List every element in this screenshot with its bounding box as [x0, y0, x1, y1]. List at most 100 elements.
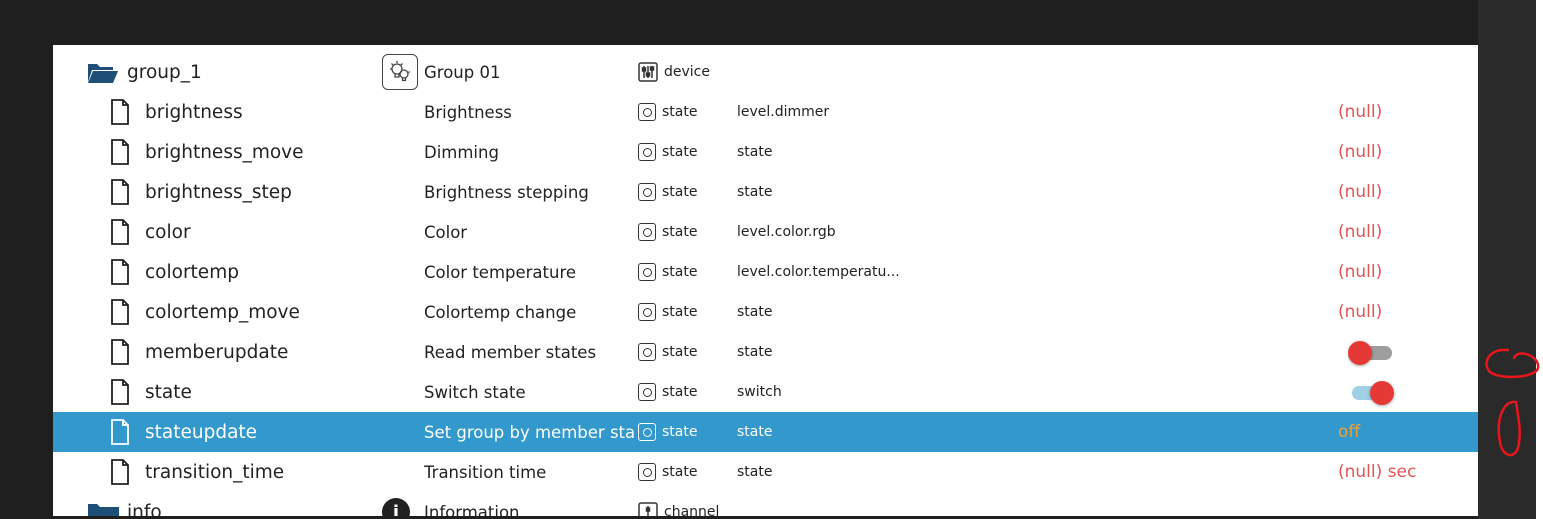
- object-type: device: [638, 52, 728, 92]
- object-type: state: [638, 252, 728, 292]
- state-icon: [638, 183, 656, 201]
- object-name: info: [127, 501, 162, 517]
- object-role: state: [737, 144, 773, 160]
- object-description: Brightness: [424, 102, 512, 122]
- type-label: channel: [664, 504, 720, 516]
- object-description: Group 01: [424, 62, 501, 82]
- object-role: level.color.rgb: [737, 224, 836, 240]
- object-description: Information: [424, 502, 520, 517]
- object-name: brightness_step: [145, 181, 292, 203]
- object-type: state: [638, 452, 728, 492]
- state-icon: [638, 263, 656, 281]
- state-icon: [638, 303, 656, 321]
- object-type: state: [638, 172, 728, 212]
- toggle-off[interactable]: [1348, 341, 1394, 365]
- tree-row-info[interactable]: info i Information channel: [53, 492, 1478, 516]
- type-label: state: [662, 464, 698, 480]
- type-label: state: [662, 344, 698, 360]
- state-icon: [638, 383, 656, 401]
- object-type: state: [638, 132, 728, 172]
- object-name: colortemp: [145, 261, 239, 283]
- file-icon: [108, 452, 132, 492]
- object-type: state: [638, 412, 728, 452]
- state-value[interactable]: off: [1338, 412, 1468, 452]
- tree-row-state[interactable]: brightness Brightness state level.dimmer (nu…: [53, 92, 1478, 132]
- file-icon: [108, 332, 132, 372]
- type-label: state: [662, 184, 698, 200]
- sliders-icon: [638, 62, 658, 82]
- state-value[interactable]: (null): [1338, 92, 1468, 132]
- object-type: state: [638, 332, 728, 372]
- toggle-thumb[interactable]: [1370, 381, 1394, 405]
- annotation-zero-mark: [1485, 348, 1540, 379]
- object-role: state: [737, 304, 773, 320]
- file-icon: [108, 172, 132, 212]
- state-value[interactable]: (null): [1338, 212, 1468, 252]
- type-label: device: [664, 64, 710, 80]
- object-description: Transition time: [424, 462, 547, 482]
- object-role: level.color.temperatu...: [737, 264, 900, 280]
- folder-open-icon[interactable]: [86, 52, 120, 92]
- tree-row-state[interactable]: memberupdate Read member states state state: [53, 332, 1478, 372]
- state-value[interactable]: (null): [1338, 292, 1468, 332]
- state-value[interactable]: (null): [1338, 252, 1468, 292]
- object-role: state: [737, 424, 773, 440]
- object-role: state: [737, 184, 773, 200]
- state-icon: [638, 463, 656, 481]
- object-description: Brightness stepping: [424, 182, 589, 202]
- window-edge: [1536, 0, 1543, 519]
- toggle-thumb[interactable]: [1348, 341, 1372, 365]
- type-label: state: [662, 144, 698, 160]
- object-type: state: [638, 212, 728, 252]
- toggle-switch[interactable]: [1348, 332, 1478, 372]
- object-role: switch: [737, 384, 782, 400]
- tree-row-state[interactable]: state Switch state state switch: [53, 372, 1478, 412]
- folder-icon[interactable]: [86, 492, 120, 516]
- object-type: state: [638, 92, 728, 132]
- file-icon: [108, 212, 132, 252]
- object-description: Switch state: [424, 382, 526, 402]
- tree-row-state[interactable]: colortemp Color temperature state level.col…: [53, 252, 1478, 292]
- state-icon: [638, 343, 656, 361]
- object-name: transition_time: [145, 461, 285, 483]
- object-description: Color: [424, 222, 468, 242]
- state-value[interactable]: (null) sec: [1338, 452, 1468, 492]
- object-description: Colortemp change: [424, 302, 577, 322]
- tree-row-state[interactable]: brightness_move Dimming state state (null): [53, 132, 1478, 172]
- type-label: state: [662, 424, 698, 440]
- file-icon: [108, 132, 132, 172]
- file-icon: [108, 292, 132, 332]
- object-name: color: [145, 221, 191, 243]
- tree-row-state[interactable]: brightness_step Brightness stepping state s…: [53, 172, 1478, 212]
- annotation-one-mark: [1497, 400, 1521, 457]
- type-label: state: [662, 224, 698, 240]
- object-name: stateupdate: [145, 421, 258, 443]
- tree-row-group[interactable]: group_1 Group 01 device: [53, 52, 1478, 92]
- tree-row-state[interactable]: color Color state level.color.rgb (null): [53, 212, 1478, 252]
- state-icon: [638, 423, 656, 441]
- type-label: state: [662, 384, 698, 400]
- object-role: level.dimmer: [737, 104, 830, 120]
- file-icon: [108, 412, 132, 452]
- state-icon: [638, 103, 656, 121]
- object-name: brightness: [145, 101, 243, 123]
- object-description: Color temperature: [424, 262, 577, 282]
- channel-icon: [638, 502, 658, 516]
- file-icon: [108, 252, 132, 292]
- state-value[interactable]: (null): [1338, 172, 1468, 212]
- tree-row-state[interactable]: stateupdate Set group by member sta... sta…: [53, 412, 1478, 452]
- toggle-on[interactable]: [1348, 381, 1394, 405]
- object-name: state: [145, 381, 192, 403]
- object-type: state: [638, 372, 728, 412]
- object-role: state: [737, 464, 773, 480]
- object-name: memberupdate: [145, 341, 289, 363]
- object-type: channel: [638, 492, 728, 516]
- tree-row-state[interactable]: transition_time Transition time state state…: [53, 452, 1478, 492]
- state-icon: [638, 223, 656, 241]
- file-icon: [108, 372, 132, 412]
- toggle-switch[interactable]: [1348, 372, 1478, 412]
- object-name: group_1: [127, 61, 202, 83]
- object-name: brightness_move: [145, 141, 304, 163]
- state-value[interactable]: (null): [1338, 132, 1468, 172]
- tree-row-state[interactable]: colortemp_move Colortemp change state state…: [53, 292, 1478, 332]
